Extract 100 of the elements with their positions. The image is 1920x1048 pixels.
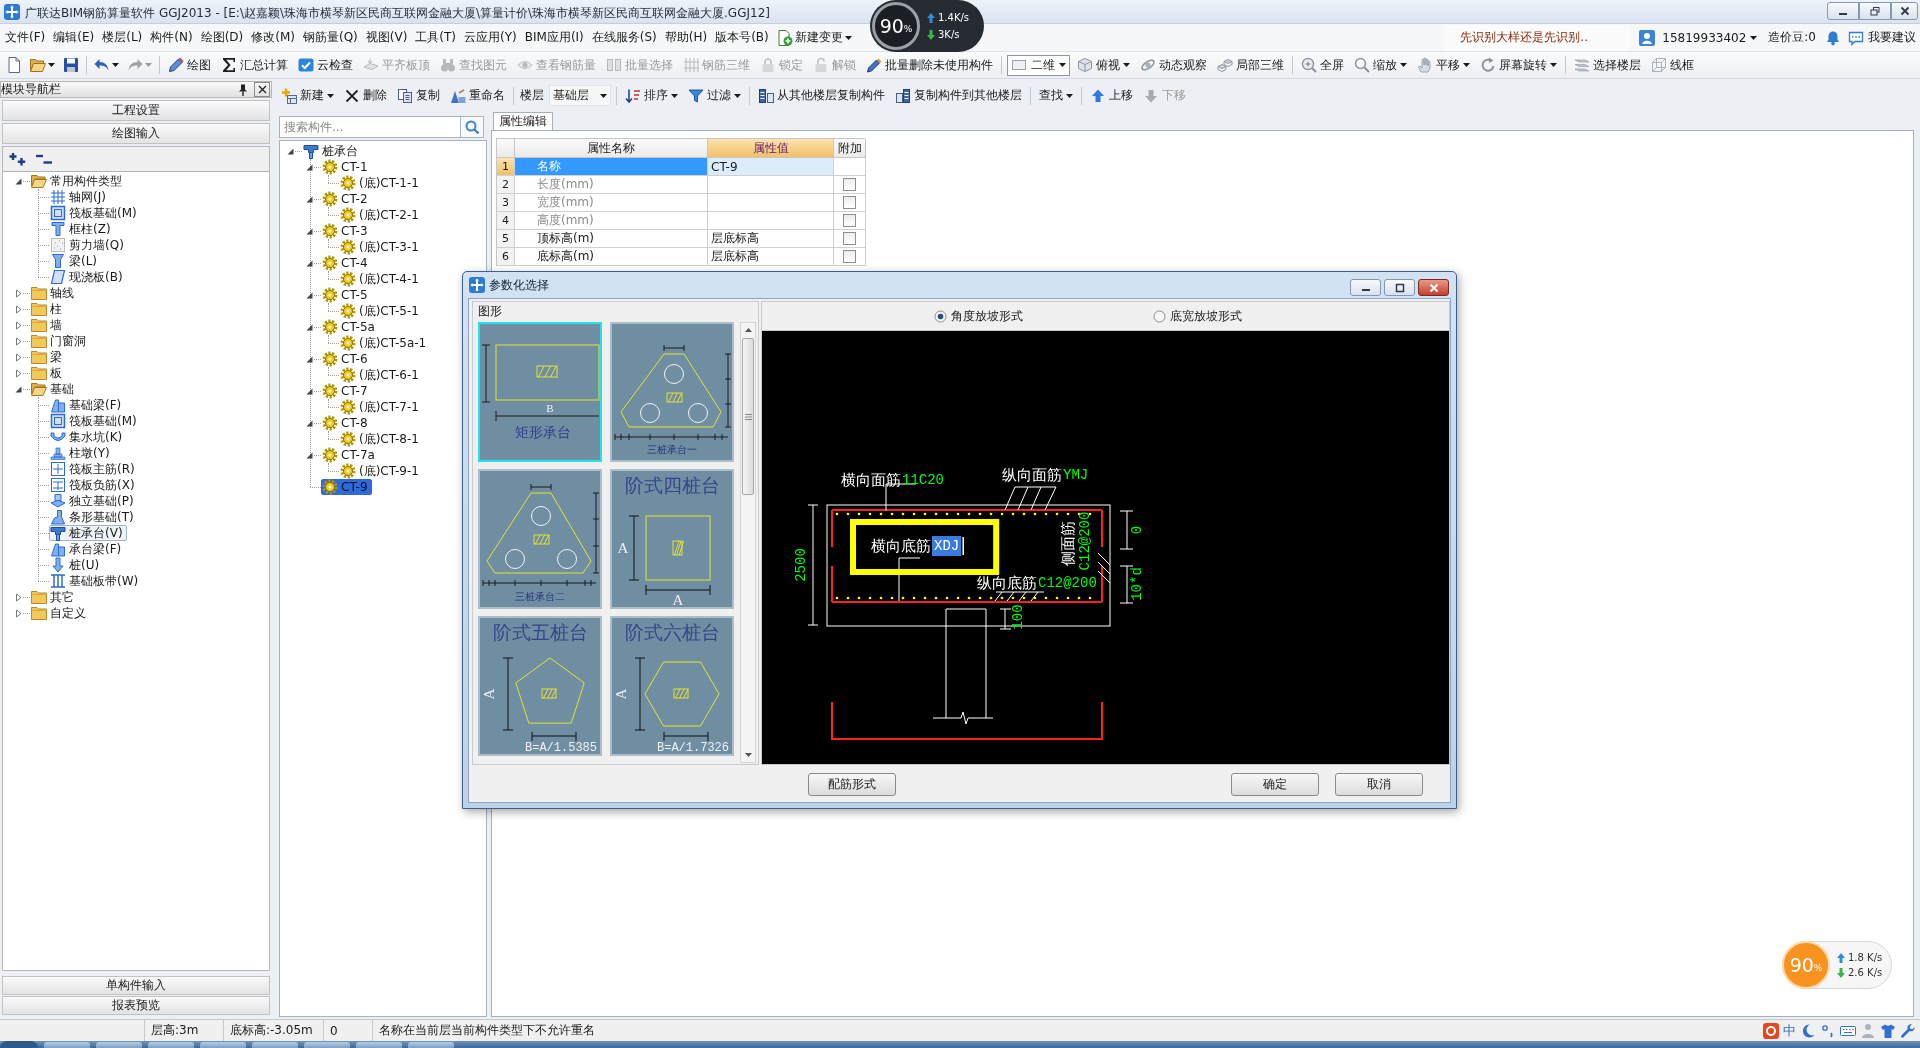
table-cell[interactable] [708,194,834,212]
tree-item[interactable]: CT-9 [321,479,372,495]
tree-item[interactable]: 基础梁(F) [49,397,126,413]
property-name[interactable]: 底标高(m) [515,248,708,266]
expander-icon[interactable] [305,258,314,268]
tree-item[interactable]: 基础 [30,381,78,397]
tree-item[interactable]: 剪力墙(Q) [49,237,128,253]
tree-item[interactable]: 桩承台 [302,143,362,159]
expander-icon[interactable] [305,418,314,428]
nav-section-button[interactable]: 报表预览 [2,996,270,1015]
close-button[interactable] [1418,279,1449,296]
toolbar-button[interactable]: 新建 [276,84,339,107]
toolbar-button[interactable]: 局部三维 [1212,54,1289,76]
tree-item[interactable]: CT-8 [321,415,372,431]
tab[interactable]: 属性编辑 [493,112,553,130]
menu-item[interactable]: 帮助(H) [660,26,712,49]
tree-item[interactable]: 现浇板(B) [49,269,127,285]
radio-option[interactable]: 角度放坡形式 [934,307,1023,325]
menu-item[interactable]: 文件(F) [1,26,50,49]
search-field[interactable]: 搜索构件... [279,116,461,138]
rebar-code-field[interactable]: XDJ [932,536,964,556]
scrollbar-thumb[interactable] [742,338,754,495]
toolbar-button[interactable]: 重命名 [445,84,510,107]
dropdown-field[interactable]: 基础层 [549,85,611,106]
minimize-button[interactable] [1350,279,1381,296]
tree-item[interactable]: 常用构件类型 [30,173,126,189]
tree-item[interactable]: CT-4 [321,255,372,271]
toolbar-button[interactable]: 屏幕旋转 [1475,54,1562,76]
close-button[interactable] [1891,2,1918,20]
property-value[interactable]: CT-9 [708,158,834,176]
tree-item[interactable]: 筏板基础(M) [49,205,141,221]
expander-icon[interactable] [305,322,314,332]
table-cell[interactable] [708,212,834,230]
new-change-button[interactable]: 新建变更 [774,26,854,49]
scrollbar[interactable] [740,322,756,763]
toolbar-button[interactable]: 批量删除未使用构件 [861,54,998,76]
expander-icon[interactable] [14,176,23,186]
start-button[interactable] [0,1041,38,1048]
notice-banner[interactable]: 先识别大样还是先识别.. [1444,24,1631,51]
expander-icon[interactable] [305,450,314,460]
radio-option[interactable]: 底宽放坡形式 [1153,307,1242,325]
property-value[interactable]: 层底标高 [708,248,834,266]
toolbar-button[interactable]: 云检查 [293,54,358,76]
nav-section-button[interactable]: 工程设置 [2,100,270,121]
moon-icon[interactable] [1800,1022,1816,1039]
expander-icon[interactable] [305,386,314,396]
wrench-icon[interactable] [1900,1022,1916,1039]
tree-item[interactable]: CT-2 [321,191,372,207]
expander-icon[interactable] [305,290,314,300]
menu-item[interactable]: 钢筋量(Q) [298,26,362,49]
tree-item[interactable]: 板 [30,365,66,381]
toolbar-button[interactable]: 从其他楼层复制构件 [753,84,890,107]
tree-item[interactable]: 独立基础(P) [49,493,138,509]
tree-item[interactable]: (底)CT-6-1 [339,367,423,383]
tree-item[interactable]: (底)CT-8-1 [339,431,423,447]
dropdown-field[interactable]: 二维 [1007,54,1070,76]
expander-icon[interactable] [14,288,23,298]
toolbar-button[interactable]: 过滤 [683,84,746,107]
tree-item[interactable]: 柱墩(Y) [49,445,114,461]
expander-icon[interactable] [286,146,295,156]
toolbar-button[interactable]: 汇总计算 [216,54,293,76]
toolbar-button[interactable]: 排序 [620,84,683,107]
checkbox[interactable] [843,232,856,245]
expander-icon[interactable] [14,608,23,618]
close-button[interactable] [254,82,270,97]
tree-item[interactable]: 筏板主筋(R) [49,461,139,477]
tree-item[interactable]: CT-3 [321,223,372,239]
expander-icon[interactable] [14,368,23,378]
menu-item[interactable]: 在线服务(S) [587,26,661,49]
restore-button[interactable] [1859,2,1891,20]
tree-item[interactable]: 桩(U) [49,557,104,573]
input-method-icon[interactable] [1763,1022,1779,1039]
tree-item[interactable]: (底)CT-9-1 [339,463,423,479]
tree-item[interactable]: CT-7 [321,383,372,399]
tree-item[interactable]: 自定义 [30,605,90,621]
toolbar-button[interactable]: 删除 [339,84,392,107]
expander-icon[interactable] [305,162,314,172]
tree-item[interactable]: (底)CT-5a-1 [339,335,431,351]
shirt-icon[interactable] [1880,1022,1896,1039]
maximize-button[interactable] [1384,279,1415,296]
menu-item[interactable]: 版本号(B) [711,26,773,49]
toolbar-button[interactable]: 平移 [1412,54,1475,76]
property-name[interactable]: 顶标高(m) [515,230,708,248]
tree-item[interactable]: (底)CT-5-1 [339,303,423,319]
toolbar-button[interactable]: 选择楼层 [1569,54,1646,76]
bell-icon[interactable] [1825,29,1841,46]
tree-item[interactable]: CT-5 [321,287,372,303]
tree-item[interactable]: (底)CT-7-1 [339,399,423,415]
tree-item[interactable]: 柱 [30,301,66,317]
feedback-button[interactable]: 我要建议 [1846,26,1918,49]
tree-item[interactable]: 门窗洞 [30,333,90,349]
tree-item[interactable]: 条形基础(T) [49,509,138,525]
menu-item[interactable]: BIM应用(I) [520,26,588,49]
dialog-button[interactable]: 确定 [1231,773,1319,796]
toolbar-button[interactable]: 动态观察 [1135,54,1212,76]
expander-icon[interactable] [14,336,23,346]
nav-section-button[interactable]: 绘图输入 [2,123,270,144]
menu-item[interactable]: 修改(M) [247,26,299,49]
expander-icon[interactable] [14,352,23,362]
nav-section-button[interactable]: 单构件输入 [2,976,270,995]
